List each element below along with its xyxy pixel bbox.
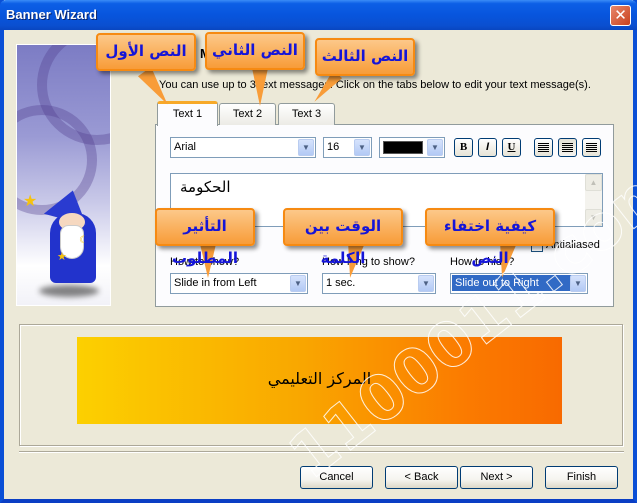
- color-swatch: [383, 141, 423, 154]
- chevron-down-icon[interactable]: ▼: [570, 275, 586, 292]
- font-select[interactable]: Arial ▼: [170, 137, 316, 158]
- text-color-select[interactable]: ▼: [379, 137, 445, 158]
- callout-effect: التأثير المطلوب: [155, 208, 255, 267]
- star-icon: ★: [57, 251, 67, 263]
- next-button[interactable]: Next >: [460, 466, 533, 489]
- callout-duration: الوقت بين الكلمة: [283, 208, 403, 267]
- window-title: Banner Wizard: [6, 7, 97, 22]
- how-to-show-select[interactable]: Slide in from Left ▼: [170, 273, 308, 294]
- star-wand-icon: ★: [23, 193, 38, 210]
- chevron-down-icon[interactable]: ▼: [290, 275, 306, 292]
- how-to-hide-select[interactable]: Slide out to Right ▼: [450, 273, 588, 294]
- scroll-up-icon[interactable]: ▲: [585, 174, 602, 191]
- chevron-down-icon[interactable]: ▼: [298, 139, 314, 156]
- bold-button[interactable]: B: [454, 138, 473, 157]
- moon-icon: ☾: [79, 235, 88, 246]
- chevron-down-icon[interactable]: ▼: [418, 275, 434, 292]
- how-long-select[interactable]: 1 sec. ▼: [322, 273, 436, 294]
- callout-hide: كيفية اختفاء النص: [425, 208, 555, 267]
- align-right-icon: [586, 143, 597, 153]
- align-right-button[interactable]: [582, 138, 601, 157]
- back-button[interactable]: < Back: [385, 466, 458, 489]
- banner-preview: المركز التعليمي: [77, 337, 562, 424]
- wizard-illustration: ★ ★ ☾: [16, 44, 111, 306]
- banner-preview-text: المركز التعليمي: [267, 369, 372, 388]
- tab-text-3[interactable]: Text 3: [278, 103, 335, 125]
- callout-text2-pointer: [252, 68, 268, 106]
- align-center-icon: [562, 143, 573, 153]
- underline-icon: U: [507, 141, 516, 153]
- close-button[interactable]: ✕: [610, 5, 631, 26]
- tab-text-2[interactable]: Text 2: [219, 103, 276, 125]
- chevron-down-icon[interactable]: ▼: [427, 139, 443, 156]
- page-description: You can use up to 3 text messages. Click…: [159, 79, 591, 91]
- callout-text2: النص الثاني: [205, 32, 305, 70]
- italic-button[interactable]: I: [478, 138, 497, 157]
- textarea-scrollbar[interactable]: ▲ ▼: [585, 174, 602, 226]
- scroll-down-icon[interactable]: ▼: [585, 209, 602, 226]
- align-center-button[interactable]: [558, 138, 577, 157]
- callout-text3: النص الثالث: [315, 38, 415, 76]
- italic-icon: I: [485, 141, 490, 153]
- callout-text1: النص الأول: [96, 33, 196, 71]
- bold-icon: B: [459, 141, 468, 153]
- message-text: الحكومة: [180, 178, 231, 196]
- wizard-shadow: [39, 285, 99, 297]
- footer-separator: [19, 451, 624, 453]
- chevron-down-icon[interactable]: ▼: [354, 139, 370, 156]
- title-bar[interactable]: Banner Wizard ✕: [0, 0, 637, 30]
- align-left-button[interactable]: [534, 138, 553, 157]
- finish-button[interactable]: Finish: [545, 466, 618, 489]
- underline-button[interactable]: U: [502, 138, 521, 157]
- font-size-select[interactable]: 16 ▼: [323, 137, 372, 158]
- align-left-icon: [538, 143, 549, 153]
- close-icon: ✕: [614, 7, 627, 24]
- cancel-button[interactable]: Cancel: [300, 466, 373, 489]
